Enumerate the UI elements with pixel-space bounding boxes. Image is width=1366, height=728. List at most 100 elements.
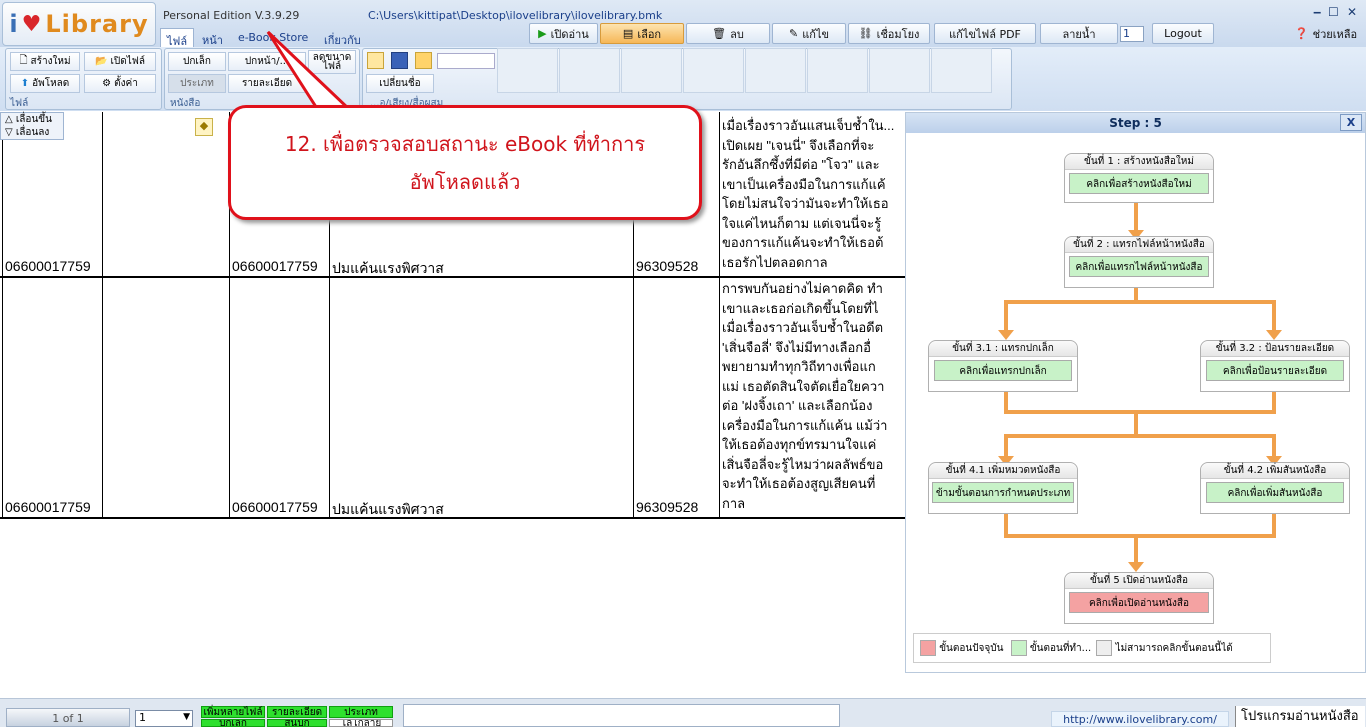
- scroll-down-button[interactable]: ▽ เลื่อนลง: [5, 126, 63, 139]
- heart-icon: ♥: [21, 11, 42, 37]
- tab-file[interactable]: ไฟล์: [160, 28, 195, 48]
- synopsis-line: เมื่อเรื่องราวอันเจ็บช้ำในอดีต: [722, 320, 884, 335]
- step-2-title: ขั้นที่ 2 : แทรกไฟล์หน้าหนังสือ: [1065, 237, 1213, 253]
- play-icon: ▶: [538, 27, 547, 40]
- category-green-button[interactable]: ประเภท: [329, 706, 393, 718]
- open-file-button[interactable]: 📂 เปิดไฟล์: [84, 52, 156, 71]
- synopsis-line: ใจแค่ไหนก็ตาม แต่เจนนี่จะรู้: [722, 215, 882, 231]
- bottom-text-field[interactable]: [403, 704, 840, 727]
- edition-label: Personal Edition V.3.9.29: [163, 9, 300, 22]
- media-input[interactable]: [437, 53, 495, 69]
- scroll-up-button[interactable]: △ เลื่อนขึ้น: [5, 113, 63, 126]
- close-button[interactable]: ✕: [1347, 5, 1357, 19]
- maximize-button[interactable]: ☐: [1328, 5, 1339, 19]
- legend-current-swatch: [920, 640, 936, 656]
- scroll-nav: △ เลื่อนขึ้น ▽ เลื่อนลง: [0, 112, 64, 140]
- add-many-files-button[interactable]: เพิ่มหลายไฟล์: [201, 706, 265, 718]
- watermark-button[interactable]: ลายน้ำ: [1040, 23, 1118, 44]
- minimize-button[interactable]: ‒: [1313, 5, 1321, 19]
- synopsis-line: จะทำให้เธอต้องสูญเสียคนที่: [722, 476, 876, 491]
- thumb-slot[interactable]: [745, 48, 806, 93]
- synopsis-line: รักอันลึกซึ้งที่มีต่อ "โจว" และ: [722, 157, 880, 172]
- small-cover-green-button[interactable]: ปกเล็ก: [201, 719, 265, 727]
- table-cell-id: 06600017759: [5, 499, 91, 515]
- step-5-button[interactable]: คลิกเพื่อเปิดอ่านหนังสือ: [1069, 592, 1209, 613]
- step-5: ขั้นที่ 5 เปิดอ่านหนังสือ คลิกเพื่อเปิดอ…: [1064, 572, 1214, 624]
- thumb-slot[interactable]: [559, 48, 620, 93]
- synopsis-line: เธอรักไปตลอดกาล: [722, 254, 828, 270]
- table-cell-synopsis: การพบกันอย่างไม่คาดคิด ทำ เขาและเธอก่อเก…: [722, 279, 905, 513]
- instruction-callout: 12. เพื่อตรวจสอบสถานะ eBook ที่ทำการ อัพ…: [228, 105, 702, 220]
- thumb-slot[interactable]: [869, 48, 930, 93]
- select-icon: ▤: [622, 27, 634, 40]
- step-4-1-button[interactable]: ข้ามขั้นตอนการกำหนดประเภท: [932, 482, 1074, 503]
- synopsis-line: เขาและเธอก่อเกิดขึ้นโดยที่ไ: [722, 300, 879, 316]
- triangle-down-icon: ▽: [5, 127, 13, 138]
- file-path: C:\Users\kittipat\Desktop\ilovelibrary\i…: [368, 9, 663, 22]
- step-2: ขั้นที่ 2 : แทรกไฟล์หน้าหนังสือ คลิกเพื่…: [1064, 236, 1214, 288]
- callout-line1: 12. เพื่อตรวจสอบสถานะ eBook ที่ทำการ: [284, 132, 646, 156]
- table-cell-synopsis: เมื่อเรื่องราวอันแสนเจ็บช้ำใน... เปิดเผย…: [722, 116, 905, 272]
- thumb-slot[interactable]: [621, 48, 682, 93]
- reader-program-label: โปรแกรมอ่านหนังสือ: [1235, 706, 1365, 727]
- select-button[interactable]: ▤ เลือก: [600, 23, 684, 44]
- step-window-title: Step : 5: [906, 113, 1365, 133]
- thumb-slot[interactable]: [931, 48, 992, 93]
- link-button[interactable]: ⛓ เชื่อมโยง: [848, 23, 930, 44]
- step-4-1-title: ขั้นที่ 4.1 เพิ่มหมวดหนังสือ: [929, 463, 1077, 479]
- open-read-button[interactable]: ▶ เปิดอ่าน: [529, 23, 598, 44]
- thumb-slot[interactable]: [683, 48, 744, 93]
- settings-icon: ⚙: [102, 78, 112, 89]
- settings-button[interactable]: ⚙ ตั้งค่า: [84, 74, 156, 93]
- website-link[interactable]: http://www.ilovelibrary.com/: [1051, 711, 1229, 727]
- step-2-button[interactable]: คลิกเพื่อแทรกไฟล์หน้าหนังสือ: [1069, 256, 1209, 277]
- step-4-2-button[interactable]: คลิกเพื่อเพิ่มสันหนังสือ: [1206, 482, 1344, 503]
- step-3-2: ขั้นที่ 3.2 : ป้อนรายละเอียด คลิกเพื่อป้…: [1200, 340, 1350, 392]
- table-cell-code: 96309528: [636, 499, 699, 515]
- synopsis-line: ของการแก้แค้นจะทำให้เธอต้: [722, 235, 884, 250]
- small-cover-button[interactable]: ปกเล็ก: [168, 52, 226, 71]
- app-logo: i ♥ Library: [2, 2, 156, 46]
- thumb-slot[interactable]: [807, 48, 868, 93]
- synopsis-line: กาล: [722, 495, 746, 511]
- page-select[interactable]: 1 ▼: [135, 710, 193, 727]
- step-3-1-button[interactable]: คลิกเพื่อแทรกปกเล็ก: [934, 360, 1072, 381]
- new-button[interactable]: 🗋 สร้างใหม่: [10, 52, 80, 71]
- export-icon[interactable]: [415, 52, 432, 69]
- tab-page[interactable]: หน้า: [196, 28, 229, 47]
- watermark-input[interactable]: 1: [1120, 26, 1144, 42]
- upload-button[interactable]: ⬆ อัพโหลด: [10, 74, 80, 93]
- step-1-button[interactable]: คลิกเพื่อสร้างหนังสือใหม่: [1069, 173, 1209, 194]
- help-button[interactable]: ❓ ช่วยเหลือ: [1290, 23, 1362, 44]
- step-close-button[interactable]: X: [1340, 114, 1362, 131]
- trash-icon: 🗑: [712, 27, 727, 40]
- table-cell-title: ปมแค้นแรงพิศวาส: [332, 260, 444, 276]
- logout-button[interactable]: Logout: [1152, 23, 1214, 44]
- callout-line2: อัพโหลดแล้ว: [409, 170, 521, 194]
- logo-text: Library: [45, 10, 149, 38]
- synopsis-line: แม่ เธอตัดสินใจตัดเยื่อใยควา: [722, 378, 885, 394]
- delete-button[interactable]: 🗑 ลบ: [686, 23, 770, 44]
- details-green-button[interactable]: รายละเอียด: [267, 706, 327, 718]
- synopsis-line: เสิ่นจือลี่จะรู้ไหมว่าผลลัพธ์ขอ: [722, 456, 884, 472]
- category-button[interactable]: ประเภท: [168, 74, 226, 93]
- step-5-title: ขั้นที่ 5 เปิดอ่านหนังสือ: [1065, 573, 1213, 589]
- legend-done-swatch: [1010, 640, 1027, 656]
- logo-i: i: [9, 10, 18, 38]
- synopsis-line: ให้เธอต้องทุกข์ทรมานใจแค่: [722, 437, 877, 452]
- table-row[interactable]: 06600017759 06600017759 ปมแค้นแรงพิศวาส …: [0, 278, 905, 518]
- logo-white-button[interactable]: โลโก้ลาย: [329, 719, 393, 727]
- upload-icon: ⬆: [20, 78, 30, 89]
- save-icon[interactable]: [391, 52, 408, 69]
- edit-button[interactable]: ✎ แก้ไข: [772, 23, 846, 44]
- thumb-slot[interactable]: [497, 48, 558, 93]
- table-cell-isbn: 06600017759: [232, 258, 318, 274]
- chevron-down-icon: ▼: [183, 712, 190, 722]
- edit-pdf-button[interactable]: แก้ไขไฟล์ PDF: [934, 23, 1036, 44]
- step-3-2-button[interactable]: คลิกเพื่อป้อนรายละเอียด: [1206, 360, 1344, 381]
- book-group-label: หนังสือ: [170, 98, 201, 109]
- step-3-2-title: ขั้นที่ 3.2 : ป้อนรายละเอียด: [1201, 341, 1349, 357]
- spine-green-button[interactable]: สันปก: [267, 719, 327, 727]
- step-1: ขั้นที่ 1 : สร้างหนังสือใหม่ คลิกเพื่อสร…: [1064, 153, 1214, 203]
- step-4-1: ขั้นที่ 4.1 เพิ่มหมวดหนังสือ ข้ามขั้นตอน…: [928, 462, 1078, 514]
